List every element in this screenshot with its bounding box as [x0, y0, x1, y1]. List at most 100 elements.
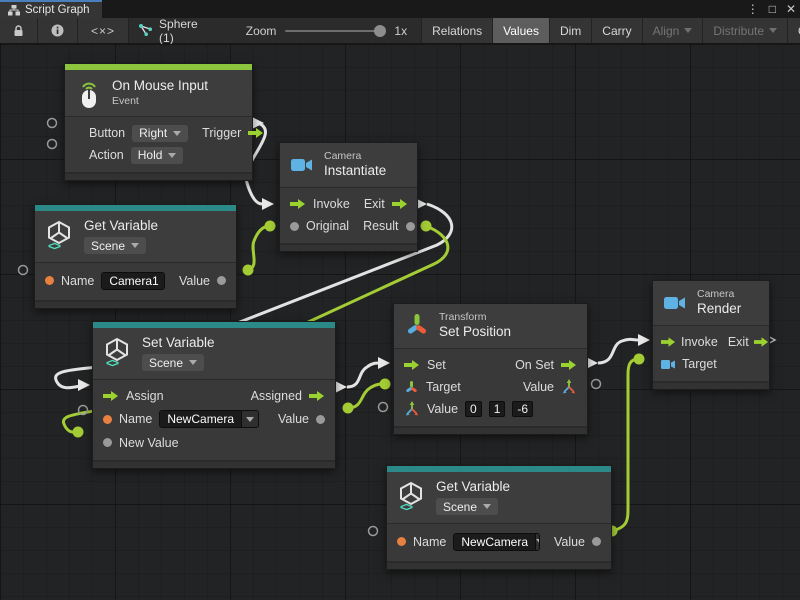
name-port-in[interactable]	[397, 537, 406, 546]
window-menu-icon[interactable]: ⋮	[747, 3, 759, 15]
port-label-value-in: Value	[427, 402, 458, 416]
vector3-port-icon[interactable]	[404, 401, 420, 417]
maximize-icon[interactable]: □	[769, 3, 776, 15]
graph-canvas[interactable]: On Mouse Input Event Button Right Trigge…	[0, 44, 800, 600]
port-label-trigger: Trigger	[202, 126, 241, 140]
chevron-down-icon	[131, 243, 139, 248]
value-port-out[interactable]	[592, 537, 601, 546]
vector-z-input[interactable]: -6	[512, 401, 533, 417]
value-port-out[interactable]	[217, 276, 226, 285]
close-icon[interactable]: ✕	[786, 3, 796, 15]
variable-name-dropdown[interactable]: NewCamera	[453, 533, 540, 551]
zoom-slider-thumb[interactable]	[374, 25, 386, 37]
action-dropdown[interactable]: Hold	[131, 147, 184, 164]
node-get-variable-newcamera[interactable]: <> Get Variable Scene Name NewCamera Val…	[386, 465, 612, 570]
flow-port-out-icon[interactable]	[754, 336, 769, 348]
node-get-variable-camera1[interactable]: <> Get Variable Scene Name Camera1 Value	[34, 204, 237, 309]
node-on-mouse-input[interactable]: On Mouse Input Event Button Right Trigge…	[64, 63, 253, 181]
graph-context[interactable]: Sphere (1)	[129, 18, 208, 43]
node-camera-render[interactable]: Camera Render Invoke Exit Target	[652, 280, 770, 390]
vector3-port-icon[interactable]	[561, 379, 577, 395]
port-label-button: Button	[89, 126, 125, 140]
node-title: Set Variable	[142, 335, 215, 352]
vector-y-input[interactable]: 1	[489, 401, 506, 417]
value-port-out[interactable]	[406, 222, 415, 231]
new-value-port-in[interactable]	[103, 438, 112, 447]
flow-port-in-icon[interactable]	[404, 359, 420, 371]
port-label-name: Name	[413, 535, 446, 549]
port-label-action: Action	[89, 148, 124, 162]
zoom-slider-track	[285, 30, 385, 32]
code-view-button[interactable]: <×>	[78, 18, 129, 43]
relations-button[interactable]: Relations	[422, 18, 493, 43]
values-button[interactable]: Values	[493, 18, 550, 43]
value-port-in[interactable]	[290, 222, 299, 231]
node-footer	[394, 426, 587, 434]
context-label: Sphere (1)	[159, 17, 198, 45]
graph-pointer-icon	[139, 24, 153, 37]
port-label-value-out: Value	[523, 380, 554, 394]
zoom-value: 1x	[394, 24, 407, 38]
camera-port-icon[interactable]	[661, 359, 677, 370]
name-port-in[interactable]	[45, 276, 54, 285]
node-title: Set Position	[439, 324, 511, 341]
carry-button[interactable]: Carry	[592, 18, 642, 43]
flow-port-out-icon[interactable]	[248, 127, 264, 139]
script-graph-window: Script Graph ⋮ □ ✕ <×>	[0, 0, 800, 600]
distribute-button[interactable]: Distribute	[703, 18, 788, 43]
scope-dropdown[interactable]: Scene	[142, 354, 204, 371]
node-title: Get Variable	[436, 479, 510, 496]
chevron-down-icon	[168, 153, 176, 158]
info-icon	[51, 24, 64, 37]
transform-icon	[404, 312, 430, 340]
flow-port-in-icon[interactable]	[103, 390, 119, 402]
node-transform-set-position[interactable]: Transform Set Position Set On Set Target	[393, 303, 588, 435]
tab-script-graph[interactable]: Script Graph	[0, 0, 102, 18]
port-label-original: Original	[306, 219, 349, 233]
node-footer	[387, 561, 611, 569]
overview-button[interactable]: Overview	[788, 18, 800, 43]
variable-brackets-icon: <>	[48, 239, 60, 253]
dim-button[interactable]: Dim	[550, 18, 592, 43]
flow-port-in-icon[interactable]	[661, 336, 676, 348]
info-button[interactable]	[38, 18, 78, 43]
node-title: Get Variable	[84, 218, 158, 235]
chevron-down-icon	[535, 534, 540, 550]
node-footer	[93, 460, 335, 468]
port-label-target: Target	[682, 357, 717, 371]
chevron-down-icon	[189, 360, 197, 365]
node-camera-instantiate[interactable]: Camera Instantiate Invoke Exit Original …	[279, 142, 418, 252]
port-label-assign: Assign	[126, 389, 164, 403]
camera-icon	[663, 294, 688, 312]
port-label-result: Result	[363, 219, 398, 233]
variable-name-dropdown[interactable]: NewCamera	[159, 410, 259, 428]
variable-brackets-icon: <>	[106, 356, 118, 370]
lock-button[interactable]	[0, 18, 38, 43]
port-label-name: Name	[119, 412, 152, 426]
align-button[interactable]: Align	[643, 18, 704, 43]
port-label-new-value: New Value	[119, 436, 179, 450]
node-set-variable[interactable]: <> Set Variable Scene Assign Assigned	[92, 321, 336, 469]
button-dropdown[interactable]: Right	[132, 125, 188, 142]
scope-dropdown[interactable]: Scene	[436, 498, 498, 515]
vector-x-input[interactable]: 0	[465, 401, 482, 417]
tab-title: Script Graph	[25, 4, 90, 16]
scope-dropdown[interactable]: Scene	[84, 237, 146, 254]
variable-name-dropdown[interactable]: Camera1	[101, 272, 165, 290]
node-title: Render	[697, 301, 741, 318]
flow-port-out-icon[interactable]	[309, 390, 325, 402]
wire-newcamera-to-target	[612, 359, 639, 531]
flow-port-out-icon[interactable]	[392, 198, 408, 210]
port-label-on-set: On Set	[515, 358, 554, 372]
node-subtitle: Event	[112, 95, 208, 108]
flow-port-in-icon[interactable]	[290, 198, 306, 210]
port-label-invoke: Invoke	[681, 335, 718, 349]
node-footer	[653, 381, 769, 389]
lock-icon	[13, 25, 24, 37]
name-port-in[interactable]	[103, 415, 112, 424]
node-category: Camera	[697, 288, 741, 301]
transform-port-icon[interactable]	[404, 380, 419, 395]
zoom-slider[interactable]	[285, 24, 385, 38]
flow-port-out-icon[interactable]	[561, 359, 577, 371]
value-port-out[interactable]	[316, 415, 325, 424]
